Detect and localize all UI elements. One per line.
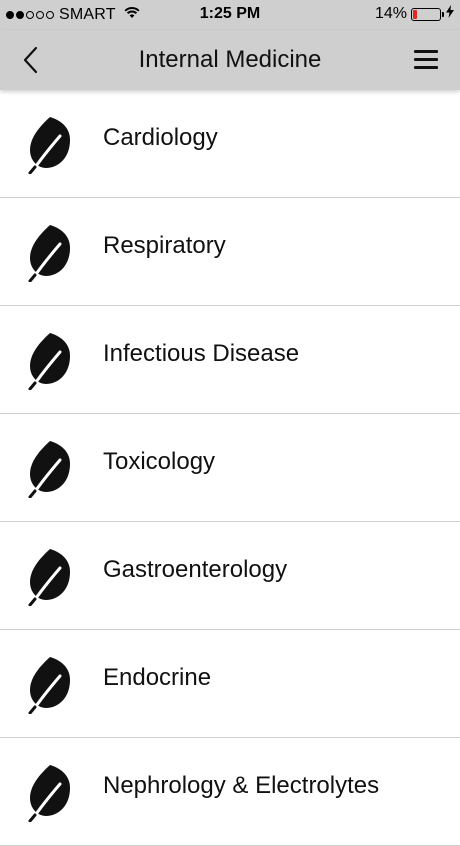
list-item-infectious-disease[interactable]: Infectious Disease [0, 306, 460, 414]
nav-header: Internal Medicine [0, 30, 460, 90]
leaf-icon [26, 546, 74, 607]
list-item-nephrology-electrolytes[interactable]: Nephrology & Electrolytes [0, 738, 460, 846]
list-item-label: Nephrology & Electrolytes [103, 772, 380, 799]
list-item-endocrine[interactable]: Endocrine [0, 630, 460, 738]
list-item-respiratory[interactable]: Respiratory [0, 198, 460, 306]
battery-nub [442, 11, 444, 17]
battery-percent: 14% [374, 5, 407, 22]
back-button[interactable] [18, 44, 48, 76]
status-right: 14% [375, 5, 454, 23]
leaf-icon [26, 330, 74, 391]
menu-bar [414, 58, 438, 61]
list-item-label: Infectious Disease [103, 340, 300, 367]
list-item-label: Endocrine [103, 664, 212, 691]
battery-icon [411, 7, 441, 21]
list-item-cardiology[interactable]: Cardiology [0, 90, 460, 198]
status-bar: SMART 1:25 PM 14% [0, 0, 460, 30]
list-item-gastroenterology[interactable]: Gastroenterology [0, 522, 460, 630]
chevron-left-icon [18, 46, 48, 80]
page-title: Internal Medicine [138, 46, 322, 73]
leaf-icon [26, 762, 74, 823]
menu-bar [414, 50, 438, 53]
list-item-toxicology[interactable]: Toxicology [0, 414, 460, 522]
bolt-icon [446, 5, 454, 23]
category-list: Cardiology Respiratory Infectious Diseas… [0, 90, 460, 846]
menu-button[interactable] [414, 48, 440, 72]
list-item-label: Toxicology [103, 448, 216, 475]
leaf-icon [26, 222, 74, 283]
leaf-icon [26, 654, 74, 715]
battery-fill [413, 9, 417, 19]
list-item-label: Cardiology [103, 124, 218, 151]
list-item-label: Gastroenterology [103, 556, 288, 583]
leaf-icon [26, 114, 74, 175]
list-item-label: Respiratory [103, 232, 226, 259]
menu-bar [414, 66, 438, 69]
leaf-icon [26, 438, 74, 499]
